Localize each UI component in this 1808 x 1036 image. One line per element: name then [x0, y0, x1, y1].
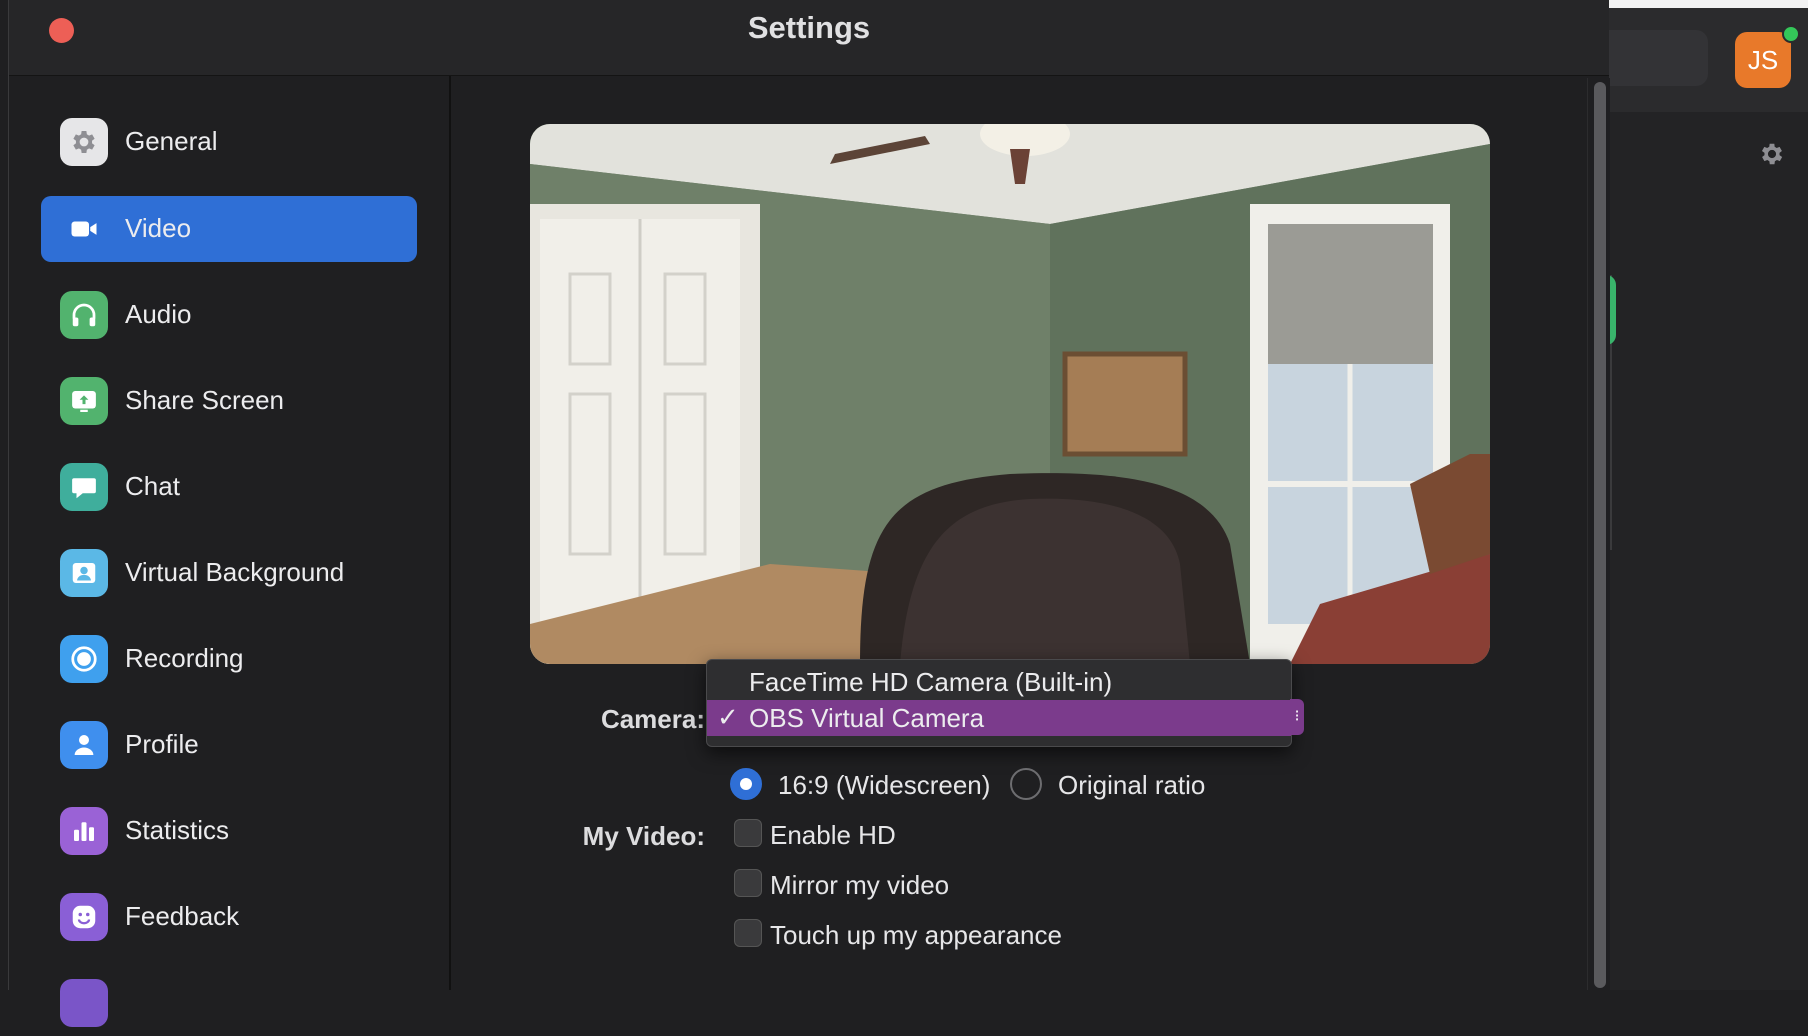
gear-icon: [60, 118, 108, 166]
mirror-video-label: Mirror my video: [770, 870, 950, 900]
ratio-original-radio[interactable]: [1010, 768, 1042, 800]
camera-preview: [530, 124, 1490, 664]
person-icon: [60, 721, 108, 769]
content-scrollbar[interactable]: [1587, 78, 1610, 990]
avatar-initials: JS: [1747, 44, 1779, 75]
enable-hd-label: Enable HD: [770, 820, 896, 850]
camera-preview-image: [530, 124, 1490, 664]
headphones-icon: [60, 291, 108, 339]
background-app-top-strip: [1600, 0, 1808, 8]
camera-option-label: FaceTime HD Camera (Built-in): [749, 667, 1113, 697]
my-video-label: My Video:: [582, 821, 705, 851]
sidebar-item-label: Audio: [125, 299, 192, 329]
ratio-original-label: Original ratio: [1058, 770, 1206, 800]
background-search-field[interactable]: [1600, 30, 1708, 86]
ratio-widescreen-radio[interactable]: [730, 768, 762, 800]
touch-up-checkbox[interactable]: [734, 919, 762, 947]
sidebar-item-profile[interactable]: Profile: [41, 712, 417, 778]
camera-option-obs[interactable]: ✓ OBS Virtual Camera: [707, 700, 1291, 736]
more-settings-icon: [60, 979, 108, 1027]
chat-bubble-icon: [60, 463, 108, 511]
enable-hd-checkbox[interactable]: [734, 819, 762, 847]
camera-option-facetime[interactable]: FaceTime HD Camera (Built-in): [707, 664, 1291, 700]
sidebar-item-virtual-background[interactable]: Virtual Background: [41, 540, 417, 606]
online-status-dot: [1782, 25, 1800, 43]
window-title: Settings: [747, 10, 871, 45]
touch-up-label: Touch up my appearance: [770, 920, 1062, 950]
sidebar-item-more[interactable]: [41, 970, 417, 1036]
sidebar-item-video[interactable]: Video: [41, 196, 417, 262]
scrollbar-thumb[interactable]: [1594, 82, 1606, 988]
person-frame-icon: [60, 549, 108, 597]
sidebar-item-label: Statistics: [125, 815, 230, 845]
dropdown-chevron-icon[interactable]: ⁝: [1290, 699, 1304, 735]
sidebar-item-general[interactable]: General: [41, 109, 417, 175]
camera-label: Camera:: [600, 704, 705, 734]
checkmark-icon: ✓: [717, 702, 739, 732]
mirror-video-checkbox[interactable]: [734, 869, 762, 897]
sidebar-item-label: Recording: [125, 643, 244, 673]
sidebar-item-label: Feedback: [125, 901, 240, 931]
title-bar: Settings: [9, 0, 1609, 76]
sidebar-item-label: Chat: [125, 471, 180, 501]
gear-icon[interactable]: [1758, 140, 1786, 168]
camera-option-label: OBS Virtual Camera: [749, 703, 985, 733]
sidebar-item-audio[interactable]: Audio: [41, 282, 417, 348]
sidebar-item-feedback[interactable]: Feedback: [41, 884, 417, 950]
sidebar-item-label: Share Screen: [125, 385, 284, 415]
sidebar-item-label: Video: [125, 213, 192, 243]
smiley-icon: [60, 893, 108, 941]
sidebar-item-recording[interactable]: Recording: [41, 626, 417, 692]
avatar[interactable]: JS: [1735, 32, 1791, 88]
bar-chart-icon: [60, 807, 108, 855]
sidebar-item-label: General: [125, 126, 218, 156]
sidebar-item-label: Virtual Background: [125, 557, 345, 587]
settings-sidebar: General Video Audio Share Screen Chat Vi…: [9, 76, 451, 1027]
ratio-widescreen-label: 16:9 (Widescreen): [778, 770, 991, 800]
sidebar-item-label: Profile: [125, 729, 199, 759]
share-screen-icon: [60, 377, 108, 425]
sidebar-item-chat[interactable]: Chat: [41, 454, 417, 520]
video-camera-icon: [60, 205, 108, 253]
camera-dropdown-menu[interactable]: FaceTime HD Camera (Built-in) ✓ OBS Virt…: [706, 659, 1292, 747]
sidebar-item-share-screen[interactable]: Share Screen: [41, 368, 417, 434]
sidebar-item-statistics[interactable]: Statistics: [41, 798, 417, 864]
record-icon: [60, 635, 108, 683]
